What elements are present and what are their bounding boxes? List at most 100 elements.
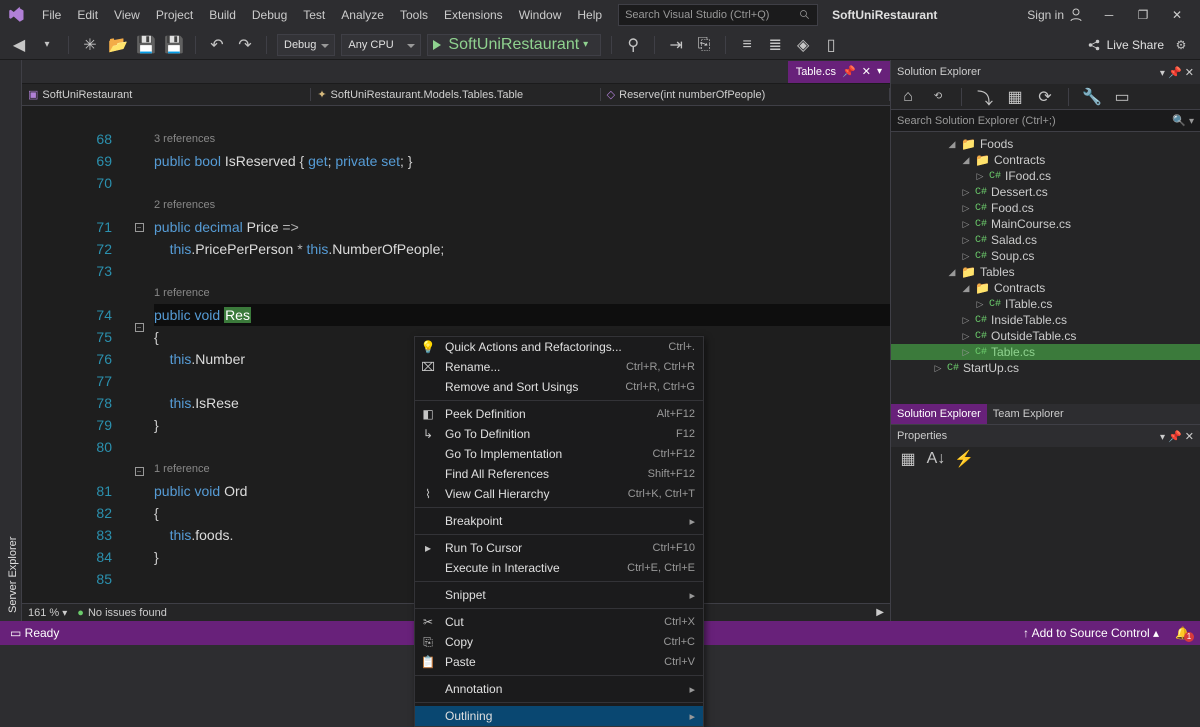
fold-icon[interactable]: − <box>135 467 144 476</box>
new-project-icon[interactable]: ✳ <box>79 34 101 56</box>
tree-node[interactable]: ▷C#OutsideTable.cs <box>891 328 1200 344</box>
categorize-icon[interactable]: ▦ <box>897 448 919 470</box>
tree-node[interactable]: ▷C#Soup.cs <box>891 248 1200 264</box>
preview-icon[interactable]: ▭ <box>1111 86 1133 108</box>
tree-node[interactable]: ◢📁Contracts <box>891 280 1200 296</box>
collapse-icon[interactable]: ⤵ <box>974 86 996 108</box>
ctx-remove-and-sort-usings[interactable]: Remove and Sort UsingsCtrl+R, Ctrl+G <box>415 377 703 397</box>
indent-icon[interactable]: ≡ <box>736 34 758 56</box>
minimize-button[interactable]: ─ <box>1092 8 1126 22</box>
properties-icon[interactable]: 🔧 <box>1081 86 1103 108</box>
tree-node[interactable]: ▷C#Food.cs <box>891 200 1200 216</box>
menu-build[interactable]: Build <box>201 8 244 22</box>
nav-fwd-icon[interactable]: ▾ <box>36 34 58 56</box>
ctx-cut[interactable]: ✂CutCtrl+X <box>415 612 703 632</box>
bookmark-icon[interactable]: ◈ <box>792 34 814 56</box>
error-status[interactable]: ●No issues found <box>77 607 167 619</box>
tree-node[interactable]: ◢📁Tables <box>891 264 1200 280</box>
zoom-level[interactable]: 161 % ▾ <box>28 607 67 619</box>
select-element-icon[interactable]: ⚲ <box>622 34 644 56</box>
tree-node[interactable]: ▷C#ITable.cs <box>891 296 1200 312</box>
live-share-button[interactable]: Live Share ⚙ <box>1087 34 1192 56</box>
tree-node[interactable]: ▷C#StartUp.cs <box>891 360 1200 376</box>
tree-node[interactable]: ▷C#Salad.cs <box>891 232 1200 248</box>
source-control-button[interactable]: ↑ Add to Source Control ▴ <box>1023 626 1159 640</box>
redo-icon[interactable]: ↷ <box>234 34 256 56</box>
tree-node[interactable]: ▷C#Table.cs <box>891 344 1200 360</box>
panel-menu-icon[interactable]: ▾ <box>1160 68 1165 79</box>
close-tab-icon[interactable]: ✕ <box>862 65 871 78</box>
ctx-snippet[interactable]: Snippet <box>415 585 703 605</box>
tree-node[interactable]: ◢📁Contracts <box>891 152 1200 168</box>
document-tab[interactable]: Table.cs 📌 ✕ ▾ <box>788 61 890 83</box>
events-icon[interactable]: ⚡ <box>953 448 975 470</box>
ctx-annotation[interactable]: Annotation <box>415 679 703 699</box>
fold-icon[interactable]: − <box>135 223 144 232</box>
ctx-execute-in-interactive[interactable]: Execute in InteractiveCtrl+E, Ctrl+E <box>415 558 703 578</box>
solution-explorer-tab[interactable]: Solution Explorer <box>891 404 987 424</box>
save-icon[interactable]: 💾 <box>135 34 157 56</box>
nav-project[interactable]: ▣SoftUniRestaurant <box>22 88 311 101</box>
nav-class[interactable]: ✦SoftUniRestaurant.Models.Tables.Table <box>311 88 600 101</box>
menu-help[interactable]: Help <box>569 8 610 22</box>
quick-search-input[interactable]: Search Visual Studio (Ctrl+Q) <box>618 4 818 26</box>
platform-selector[interactable]: Any CPU <box>341 34 421 56</box>
ctx-outlining[interactable]: Outlining <box>415 706 703 726</box>
save-all-icon[interactable]: 💾 <box>163 34 185 56</box>
menu-project[interactable]: Project <box>148 8 201 22</box>
menu-window[interactable]: Window <box>511 8 570 22</box>
start-debug-button[interactable]: SoftUniRestaurant ▾ <box>427 34 601 56</box>
config-selector[interactable]: Debug <box>277 34 335 56</box>
menu-view[interactable]: View <box>106 8 148 22</box>
tree-node[interactable]: ▷C#MainCourse.cs <box>891 216 1200 232</box>
open-file-icon[interactable]: 📂 <box>107 34 129 56</box>
undo-icon[interactable]: ↶ <box>206 34 228 56</box>
team-explorer-tab[interactable]: Team Explorer <box>987 404 1070 424</box>
fold-icon[interactable]: − <box>135 323 144 332</box>
server-explorer-tab[interactable]: Server Explorer <box>5 66 21 621</box>
sort-az-icon[interactable]: A↓ <box>925 448 947 470</box>
ctx-peek-definition[interactable]: ◧Peek DefinitionAlt+F12 <box>415 404 703 424</box>
tree-node[interactable]: ▷C#Dessert.cs <box>891 184 1200 200</box>
close-panel-icon[interactable]: ✕ <box>1185 67 1194 79</box>
maximize-button[interactable]: ❐ <box>1126 8 1160 22</box>
codelens-refs[interactable]: 2 references <box>154 194 890 216</box>
home-icon[interactable]: ⌂ <box>897 86 919 108</box>
nav-member[interactable]: ◇Reserve(int numberOfPeople) <box>601 88 890 101</box>
menu-extensions[interactable]: Extensions <box>436 8 511 22</box>
ctx-view-call-hierarchy[interactable]: ⌇View Call HierarchyCtrl+K, Ctrl+T <box>415 484 703 504</box>
codelens-refs[interactable]: 1 reference <box>154 282 890 304</box>
ctx-copy[interactable]: ⎘CopyCtrl+C <box>415 632 703 652</box>
ctx-rename-[interactable]: ⌧Rename...Ctrl+R, Ctrl+R <box>415 357 703 377</box>
tree-node[interactable]: ▷C#InsideTable.cs <box>891 312 1200 328</box>
show-all-icon[interactable]: ▦ <box>1004 86 1026 108</box>
close-button[interactable]: ✕ <box>1160 8 1194 22</box>
ctx-run-to-cursor[interactable]: ▸Run To CursorCtrl+F10 <box>415 538 703 558</box>
pin-icon[interactable]: 📌 <box>1168 67 1182 79</box>
ctx-paste[interactable]: 📋PasteCtrl+V <box>415 652 703 672</box>
menu-debug[interactable]: Debug <box>244 8 295 22</box>
liveshare-settings-icon[interactable]: ⚙ <box>1170 34 1192 56</box>
outdent-icon[interactable]: ≣ <box>764 34 786 56</box>
ctx-go-to-definition[interactable]: ↳Go To DefinitionF12 <box>415 424 703 444</box>
menu-analyze[interactable]: Analyze <box>333 8 392 22</box>
codelens-refs[interactable]: 3 references <box>154 128 890 150</box>
menu-tools[interactable]: Tools <box>392 8 436 22</box>
solution-tree[interactable]: ◢📁Foods◢📁Contracts▷C#IFood.cs▷C#Dessert.… <box>891 132 1200 404</box>
step-over-icon[interactable]: ⎘ <box>693 34 715 56</box>
nav-back-icon[interactable]: ◀ <box>8 34 30 56</box>
notifications-icon[interactable]: 🔔 <box>1175 626 1190 640</box>
scroll-right-icon[interactable]: ▶ <box>876 607 884 618</box>
comment-icon[interactable]: ▯ <box>820 34 842 56</box>
ctx-find-all-references[interactable]: Find All ReferencesShift+F12 <box>415 464 703 484</box>
toolbox-tab[interactable]: Toolbox <box>0 66 5 621</box>
menu-file[interactable]: File <box>34 8 69 22</box>
tree-node[interactable]: ◢📁Foods <box>891 136 1200 152</box>
menu-test[interactable]: Test <box>295 8 333 22</box>
pin-icon[interactable]: 📌 <box>842 65 856 78</box>
tree-node[interactable]: ▷C#IFood.cs <box>891 168 1200 184</box>
tab-dropdown-icon[interactable]: ▾ <box>877 66 882 77</box>
ctx-quick-actions-and-refactorings-[interactable]: 💡Quick Actions and Refactorings...Ctrl+. <box>415 337 703 357</box>
ctx-breakpoint[interactable]: Breakpoint <box>415 511 703 531</box>
step-into-icon[interactable]: ⇥ <box>665 34 687 56</box>
